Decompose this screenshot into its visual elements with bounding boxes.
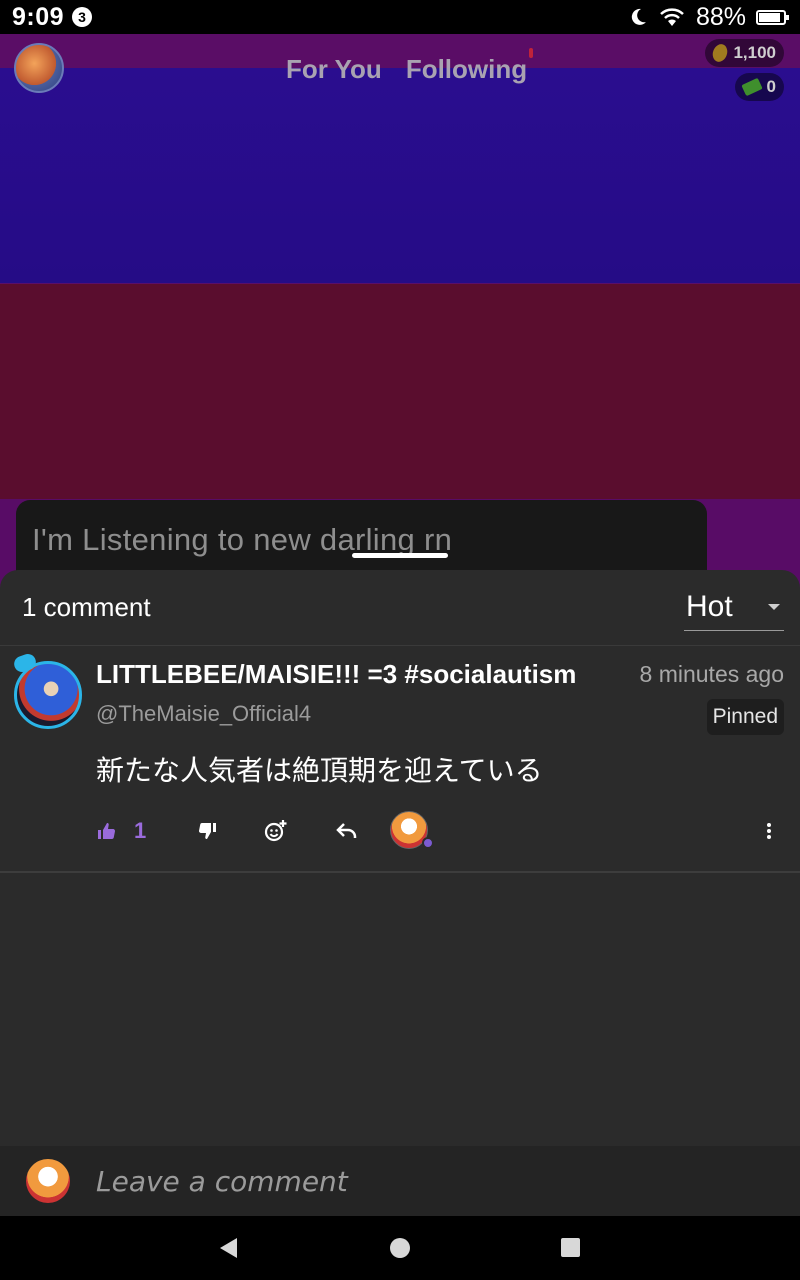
back-icon[interactable] (220, 1238, 237, 1258)
add-reaction-button[interactable] (264, 811, 288, 851)
tab-for-you[interactable]: For You (286, 54, 382, 85)
comment-input[interactable] (96, 1164, 736, 1198)
moon-icon (631, 8, 646, 25)
like-button[interactable]: 1 (96, 811, 146, 851)
more-vertical-icon (767, 823, 771, 839)
coins-value: 1,100 (733, 43, 776, 62)
commenter-handle[interactable]: @TheMaisie_Official4 (96, 701, 311, 727)
caption-text: I'm Listening to new darling rn (32, 522, 453, 557)
add-emoji-icon (264, 820, 287, 842)
system-nav-bar (0, 1216, 800, 1280)
status-time: 9:09 (12, 2, 65, 31)
comment-count: 1 comment (22, 592, 151, 622)
comment-actions: 1 (96, 811, 786, 851)
comments-sheet: 1 comment Hot LITTLEBEE/MAISIE!!! =3 #so… (0, 570, 800, 1216)
following-new-indicator (529, 48, 533, 58)
comment-time: 8 minutes ago (639, 661, 784, 687)
cash-value: 0 (766, 77, 776, 96)
wifi-icon (660, 8, 684, 26)
caret-down-icon (768, 604, 780, 610)
commenter-name[interactable]: LITTLEBEE/MAISIE!!! =3 #socialautism (96, 659, 608, 690)
comment-composer (0, 1146, 800, 1216)
like-count: 1 (134, 818, 147, 843)
reply-button[interactable] (336, 811, 358, 851)
my-avatar (26, 1159, 70, 1203)
feed-tabs: For You Following (286, 54, 527, 85)
tab-following[interactable]: Following (406, 54, 527, 85)
dislike-button[interactable] (198, 811, 218, 851)
notification-count-badge: 3 (72, 7, 93, 27)
pinned-badge: Pinned (706, 699, 784, 735)
comment-body: 新たな人気者は絶頂期を迎えている (96, 754, 543, 787)
sort-value: Hot (686, 590, 733, 623)
home-icon[interactable] (390, 1238, 410, 1258)
sheet-drag-handle[interactable] (352, 553, 448, 558)
thumbs-down-icon (198, 822, 216, 839)
heart-icon (422, 837, 434, 849)
comment-more-button[interactable] (766, 811, 772, 851)
profile-logo-avatar[interactable] (14, 43, 64, 93)
video-player[interactable]: For You Following 1,100 0 I'm Listening … (0, 34, 800, 594)
comments-header: 1 comment Hot (0, 570, 800, 646)
cash-balance[interactable]: 0 (734, 73, 784, 101)
battery-icon (756, 9, 789, 25)
coins-balance[interactable]: 1,100 (705, 39, 784, 67)
coin-icon (710, 42, 731, 64)
sort-dropdown[interactable]: Hot (684, 585, 784, 631)
recent-apps-icon[interactable] (561, 1238, 580, 1257)
status-bar: 9:09 3 88% (0, 0, 800, 34)
comment-item: LITTLEBEE/MAISIE!!! =3 #socialautism 8 m… (0, 647, 800, 873)
cash-icon (740, 77, 763, 97)
battery-percent: 88% (695, 2, 746, 31)
reply-icon (336, 823, 357, 838)
thumbs-up-icon (98, 823, 116, 840)
